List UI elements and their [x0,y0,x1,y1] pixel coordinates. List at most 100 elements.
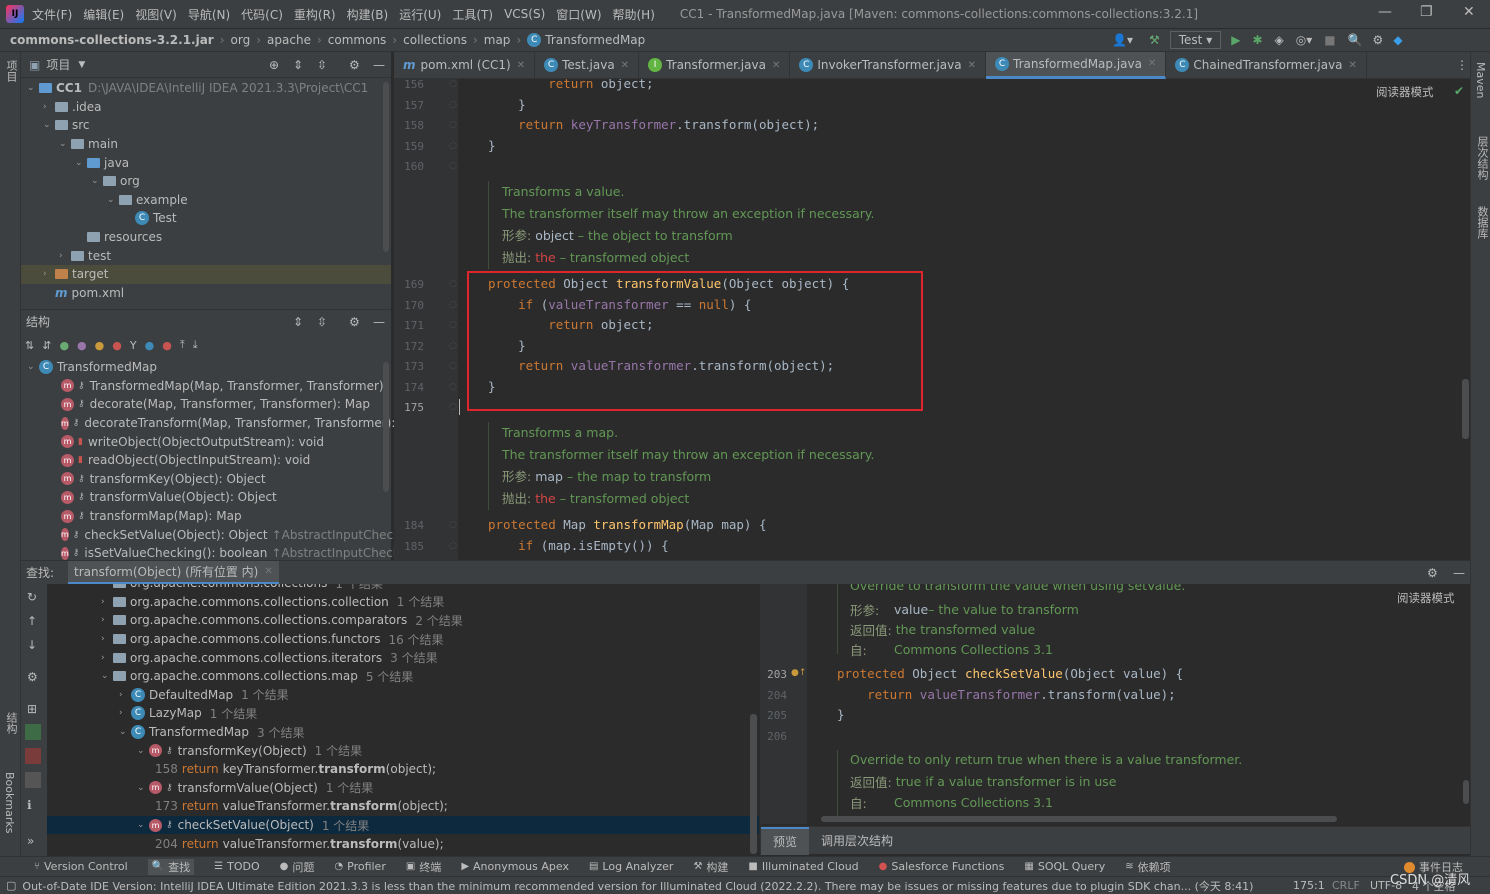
fold-marker-icon[interactable]: ◌ [449,100,457,110]
fold-marker-icon[interactable]: ◌ [449,141,457,151]
chevron-down-icon[interactable]: ⌄ [43,120,55,130]
close-icon[interactable]: ✕ [1148,58,1156,69]
close-icon[interactable]: ✕ [1463,4,1475,20]
find-tree-item[interactable]: › C DefaultedMap 1 个结果 [47,686,759,705]
structure-member[interactable]: m ⚷ TransformedMap(Map, Transformer, Trans… [21,377,391,396]
structure-member[interactable]: m ⚷ decorateTransform(Map, Transformer, Tr… [21,414,425,433]
collapse-all-icon[interactable]: ⇳ [317,58,327,72]
find-tree-item[interactable]: ⌄ m ⚷ transformValue(Object) 1 个结果 [47,779,759,798]
chevron-right-icon[interactable]: › [43,102,55,112]
plugin-icon[interactable]: ◆ [1393,33,1402,47]
code-line[interactable]: return keyTransformer.transform(object); [488,117,819,132]
usage-row[interactable]: 173 return valueTransformer. transform (obje… [47,797,759,816]
fold-marker-icon[interactable]: ◌ [449,402,457,412]
close-icon[interactable]: ✕ [621,60,629,71]
maven-tool-tab[interactable]: Maven [1474,62,1487,98]
close-icon[interactable]: ✕ [772,60,780,71]
usage-row[interactable]: 204 return valueTransformer. transform (valu… [47,834,759,853]
chevron-right-icon[interactable]: › [101,634,113,644]
rerun-icon[interactable]: ↻ [27,590,37,604]
fold-marker-icon[interactable]: ◌ [449,382,457,392]
filter-write-icon[interactable] [25,748,41,764]
project-tree-item[interactable]: ⌄ CC1 D:\JAVA\IDEA\IntelliJ IDEA 2021.3.3\… [21,79,391,98]
code-line[interactable]: if (map.isEmpty()) { [488,538,669,553]
show-lambdas-icon[interactable]: Y [130,339,137,352]
fold-marker-icon[interactable]: ◌ [449,300,457,310]
find-tree-item[interactable]: ⌄ org.apache.commons.collections.map 5 个结果 [47,667,759,686]
project-tree-item[interactable]: › test [21,246,391,265]
structure-scrollbar[interactable] [383,362,389,492]
code-line[interactable]: return valueTransformer.transform(value)… [837,687,1176,702]
chevron-right-icon[interactable]: › [59,251,71,261]
tool-button-12[interactable]: ≋ 依赖项 [1125,859,1170,875]
tool-button-7[interactable]: ▤ Log Analyzer [589,860,673,873]
chevron-right-icon[interactable]: › [119,690,131,700]
more-tabs-icon[interactable]: ⋮ [1456,58,1468,72]
caret-position[interactable]: 175:1 [1293,879,1325,892]
hierarchy-tool-tab[interactable]: 层次结构 [1474,136,1490,180]
tab-pom-xml-cc1-[interactable]: m pom.xml (CC1) ✕ [394,51,536,79]
fold-marker-icon[interactable]: ◌ [449,279,457,289]
tool-button-8[interactable]: ⚒ 构建 [693,859,728,875]
hide-icon[interactable]: — [1453,566,1465,580]
menu-item[interactable]: 文件(F) [32,6,72,23]
chevron-right-icon[interactable]: › [101,653,113,663]
collapse-all-icon[interactable]: ⇳ [317,315,327,329]
preview-hscrollbar[interactable] [821,816,1337,822]
menu-item[interactable]: 窗口(W) [556,6,601,23]
project-tree-item[interactable]: m pom.xml [21,284,391,303]
hide-icon[interactable]: — [373,58,385,72]
tool-button-5[interactable]: ▣ 终端 [406,859,441,875]
line-separator[interactable]: CRLF [1332,879,1360,892]
gear-icon[interactable]: ⚙ [1427,566,1438,580]
reader-mode-toggle[interactable]: 阅读器模式 [1397,590,1455,606]
show-fields-icon[interactable]: ● [95,339,105,352]
debug-icon[interactable]: ✱ [1252,33,1262,47]
fold-marker-icon[interactable]: ◌ [449,520,457,530]
menu-item[interactable]: 视图(V) [135,6,177,23]
code-line[interactable]: } [488,97,526,112]
gear-icon[interactable]: ⚙ [349,315,360,329]
expand-all-icon[interactable]: ⇕ [293,58,303,72]
locate-icon[interactable]: ⊕ [269,58,279,72]
coverage-icon[interactable]: ◈ [1275,33,1284,47]
project-scrollbar[interactable] [383,82,389,252]
chevron-down-icon[interactable]: ⌄ [75,158,87,168]
fold-marker-icon[interactable]: ◌ [449,320,457,330]
project-tree-item[interactable]: › target [21,264,391,284]
tool-button-6[interactable]: ▶ Anonymous Apex [461,860,569,873]
structure-member[interactable]: m ⚷ transformKey(Object): Object [21,470,391,489]
tab-chainedtransformer-java[interactable]: C ChainedTransformer.java ✕ [1166,51,1367,79]
tool-button-11[interactable]: ▦ SOQL Query [1024,860,1105,873]
structure-member[interactable]: m ▮ readObject(ObjectInputStream): void [21,451,391,470]
project-tree-item[interactable]: ⌄ org [21,172,391,191]
structure-member[interactable]: m ⚷ transformValue(Object): Object [21,488,391,507]
find-tree-item[interactable]: ⌄ m ⚷ checkSetValue(Object) 1 个结果 [47,815,759,835]
close-icon[interactable]: ✕ [264,566,272,577]
status-message[interactable]: Out-of-Date IDE Version: IntelliJ IDEA U… [22,878,1292,894]
chevron-down-icon[interactable]: ⌄ [137,820,149,830]
tab-transformer-java[interactable]: I Transformer.java ✕ [639,51,791,79]
project-tree-item[interactable]: › .idea [21,98,391,117]
chevron-right-icon[interactable]: › [43,269,55,279]
close-icon[interactable]: ✕ [968,60,976,71]
filter-import-icon[interactable] [25,772,41,788]
previous-occurrence-icon[interactable]: ↑ [27,614,37,628]
chevron-right-icon[interactable]: › [101,615,113,625]
show-nonpublic-icon[interactable]: ● [112,339,122,352]
find-tree-item[interactable]: › org.apache.commons.collections.iterator… [47,648,759,667]
menu-item[interactable]: 重构(R) [294,6,336,23]
menu-item[interactable]: 代码(C) [241,6,283,23]
run-icon[interactable]: ▶ [1231,33,1240,47]
code-line[interactable]: protected Map transformMap(Map map) { [488,517,766,532]
project-tree-item[interactable]: ⌄ java [21,153,391,172]
filter-read-icon[interactable] [25,724,41,740]
find-tree-item[interactable]: › C LazyMap 1 个结果 [47,704,759,723]
menu-item[interactable]: 运行(U) [399,6,441,23]
gear-icon[interactable]: ⚙ [27,670,38,684]
menu-item[interactable]: 编辑(E) [83,6,124,23]
search-icon[interactable]: 🔍 [1348,33,1363,47]
chevron-down-icon[interactable]: ⌄ [137,783,149,793]
next-occurrence-icon[interactable]: ↓ [27,638,37,652]
preview-vscrollbar[interactable] [1463,780,1469,804]
